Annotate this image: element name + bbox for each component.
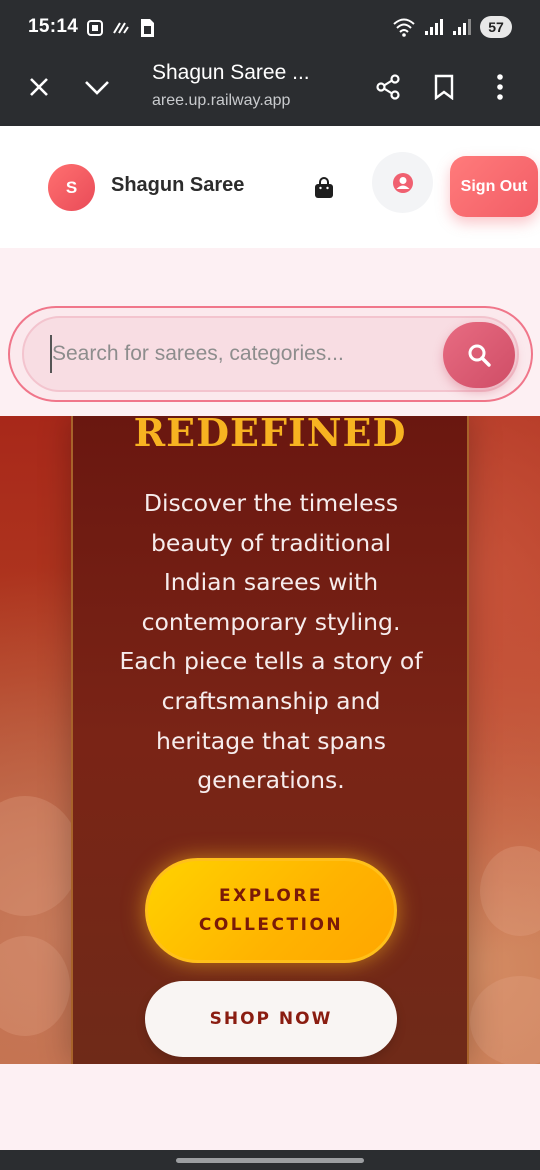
clock: 15:14 xyxy=(28,16,79,37)
system-navigation-bar xyxy=(0,1150,540,1170)
search-section xyxy=(0,248,540,416)
page-url[interactable]: aree.up.railway.app xyxy=(152,92,290,110)
page-title: Shagun Saree ... xyxy=(152,61,310,84)
status-icons-left xyxy=(86,18,156,38)
hero-content-panel: REDEFINED Discover the timeless beauty o… xyxy=(71,416,469,1064)
browser-toolbar: Shagun Saree ... aree.up.railway.app xyxy=(0,52,540,126)
page-background xyxy=(0,1064,540,1150)
decorative-pattern xyxy=(470,976,540,1064)
gesture-handle[interactable] xyxy=(176,1158,364,1163)
shopping-bag-icon[interactable] xyxy=(310,174,338,202)
decorative-pattern xyxy=(0,796,80,916)
share-icon[interactable] xyxy=(371,70,405,104)
app-header: S Shagun Saree Sign Out xyxy=(0,126,540,248)
screenshot-icon xyxy=(87,20,103,36)
status-icons-right: 57 xyxy=(392,16,512,38)
shop-now-button[interactable]: SHOP NOW xyxy=(145,981,397,1057)
hero-headline: REDEFINED xyxy=(133,416,407,455)
signal-icon xyxy=(425,19,443,35)
wifi-icon xyxy=(393,18,415,37)
search-bar xyxy=(8,306,533,402)
hero-description: Discover the timeless beauty of traditio… xyxy=(119,489,423,795)
status-bar: 15:14 57 xyxy=(0,0,540,52)
user-icon xyxy=(392,172,413,193)
chevron-down-icon[interactable] xyxy=(80,70,114,104)
signal-icon xyxy=(453,19,471,35)
explore-collection-button[interactable]: EXPLORE COLLECTION xyxy=(145,858,397,963)
user-profile-button[interactable] xyxy=(372,152,433,213)
battery-indicator: 57 xyxy=(480,16,512,38)
nfc-icon xyxy=(113,22,129,34)
search-field-wrapper xyxy=(22,316,519,392)
bookmark-icon[interactable] xyxy=(427,70,461,104)
search-icon xyxy=(468,344,491,367)
close-icon[interactable] xyxy=(22,70,56,104)
more-vert-icon[interactable] xyxy=(483,70,517,104)
logo[interactable]: S xyxy=(48,164,95,211)
brand-name[interactable]: Shagun Saree xyxy=(111,174,244,197)
hero-banner: REDEFINED Discover the timeless beauty o… xyxy=(0,416,540,1064)
search-button[interactable] xyxy=(443,322,515,388)
sign-out-button[interactable]: Sign Out xyxy=(450,156,538,217)
search-input[interactable] xyxy=(50,335,430,373)
sim-icon xyxy=(141,19,154,37)
decorative-pattern xyxy=(480,846,540,936)
decorative-pattern xyxy=(0,936,70,1036)
